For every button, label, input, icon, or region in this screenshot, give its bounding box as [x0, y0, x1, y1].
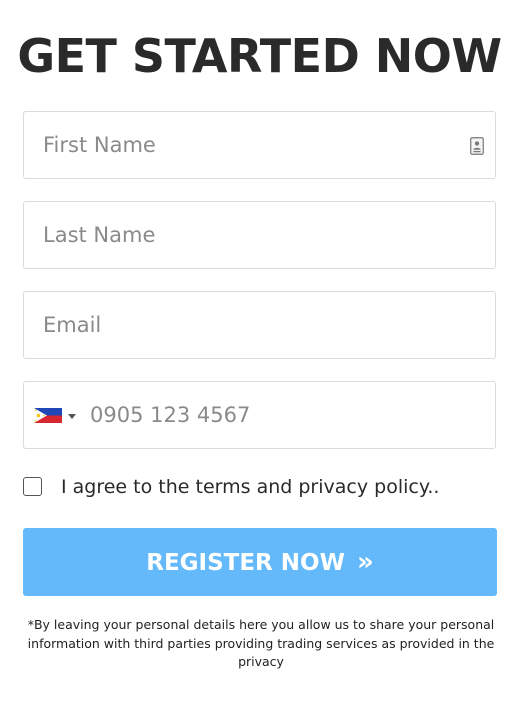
agree-prefix: I agree to the: [61, 476, 196, 498]
double-chevron-right-icon: »: [356, 547, 374, 577]
agree-suffix: ..: [427, 476, 440, 498]
first-name-input[interactable]: [24, 112, 495, 178]
email-input[interactable]: [24, 292, 495, 358]
agree-checkbox[interactable]: [23, 477, 42, 496]
last-name-input[interactable]: [24, 202, 495, 268]
registration-form: GET STARTED NOW First Name Last Name Ema…: [0, 0, 519, 720]
phone-input[interactable]: [24, 382, 495, 448]
email-field-container: [23, 291, 496, 359]
contact-card-icon[interactable]: [470, 137, 484, 155]
agree-middle: and: [250, 476, 299, 498]
privacy-policy-link[interactable]: privacy policy: [298, 476, 427, 498]
register-button-label: REGISTER NOW: [146, 550, 345, 576]
phone-field-container: [23, 381, 496, 449]
terms-link[interactable]: terms: [196, 476, 251, 498]
page-title: GET STARTED NOW: [17, 29, 502, 83]
privacy-disclaimer: *By leaving your personal details here y…: [27, 617, 495, 669]
first-name-field-container: [23, 111, 496, 179]
agree-label: I agree to the terms and privacy policy.…: [61, 474, 439, 500]
register-now-button[interactable]: REGISTER NOW »: [23, 528, 497, 596]
last-name-field-container: [23, 201, 496, 269]
agree-terms-row: I agree to the terms and privacy policy.…: [23, 474, 503, 500]
